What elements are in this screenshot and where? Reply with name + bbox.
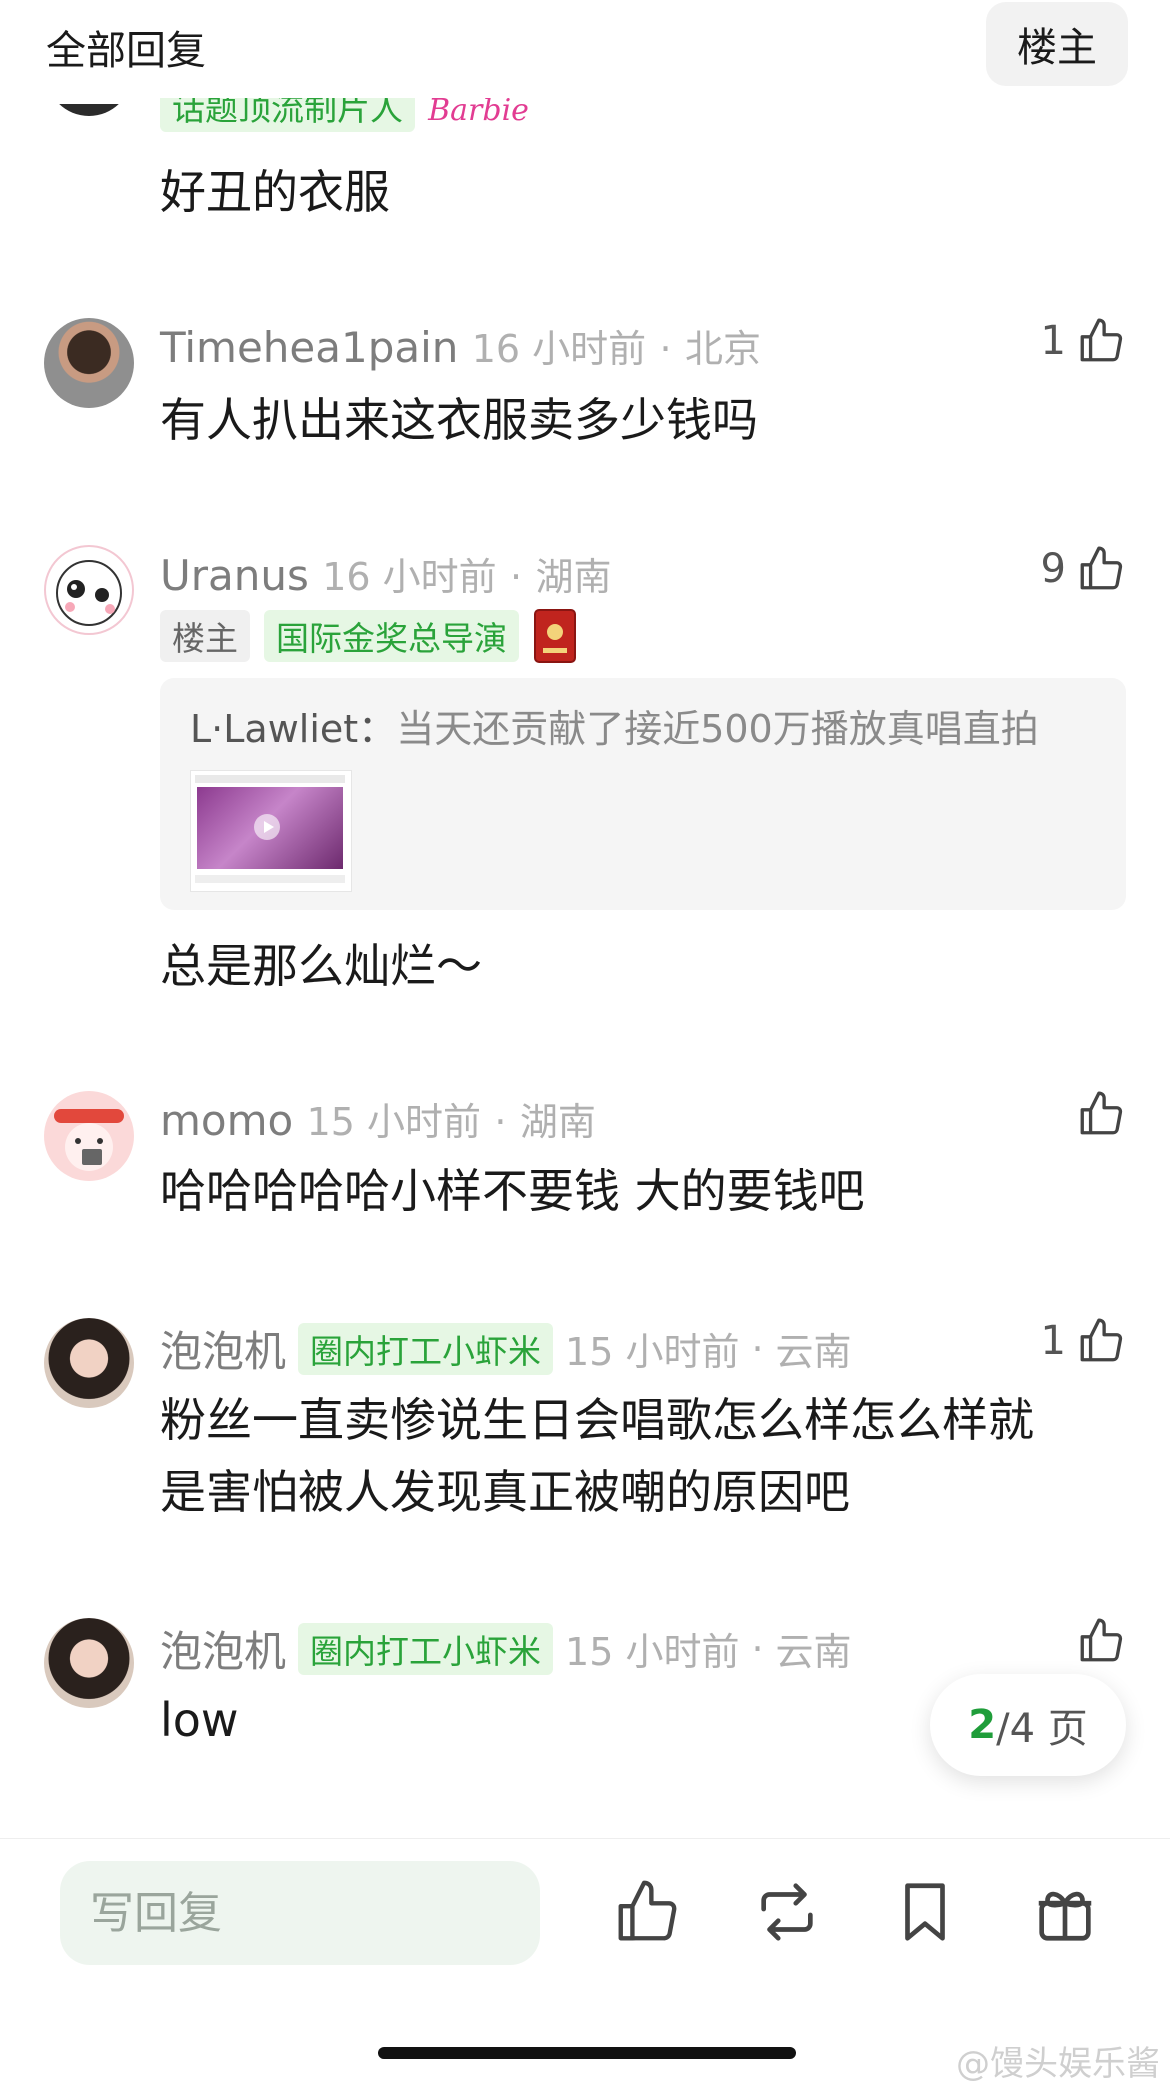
like-button[interactable]: 1 — [1041, 1316, 1126, 1366]
play-icon — [254, 814, 280, 840]
owner-badge: 楼主 — [160, 610, 250, 662]
like-button[interactable] — [1066, 1616, 1126, 1666]
separator: · — [494, 1100, 507, 1144]
comment-location: 湖南 — [535, 555, 612, 599]
owner-only-button[interactable]: 楼主 — [986, 2, 1128, 86]
avatar[interactable] — [44, 1091, 134, 1181]
gift-icon[interactable] — [1030, 1877, 1100, 1947]
avatar[interactable] — [44, 545, 134, 635]
thumbs-up-icon — [1080, 318, 1123, 362]
comment-location: 云南 — [775, 1330, 852, 1374]
comment-time: 16 小时前 — [471, 327, 647, 371]
cartoon-face-icon — [56, 560, 122, 626]
badge-row: 楼主 国际金奖总导演 — [160, 608, 577, 664]
username[interactable]: momo 15 小时前 · 湖南 — [160, 1091, 596, 1146]
like-button[interactable]: 1 — [1041, 316, 1126, 366]
comment-time: 15 小时前 — [565, 1330, 740, 1374]
user-title-badge: 圈内打工小虾米 — [298, 1622, 554, 1675]
quote-text: 当天还贡献了接近500万播放真唱直拍 — [396, 707, 1039, 751]
cartoon-avatar-icon — [54, 1109, 124, 1171]
user-title-badge: 话题顶流制片人 — [160, 98, 415, 132]
red-book-icon — [534, 609, 576, 663]
thumbnail-top-bar — [195, 775, 345, 783]
quote-line: L·Lawliet：当天还贡献了接近500万播放真唱直拍 — [190, 698, 1039, 753]
badge-row: 话题顶流制片人 Barbie — [160, 98, 760, 138]
username[interactable]: Timehea1pain 16 小时前 · 北京 — [160, 318, 761, 373]
avatar[interactable] — [44, 1618, 134, 1708]
like-button[interactable]: 9 — [1041, 544, 1126, 594]
header: 全部回复 楼主 — [0, 0, 1170, 95]
barbie-badge: Barbie — [428, 98, 529, 128]
comment-location: 北京 — [685, 327, 762, 371]
comment-location: 云南 — [775, 1630, 852, 1674]
avatar[interactable] — [44, 318, 134, 408]
username[interactable]: 泡泡机 圈内打工小虾米 15 小时前 · 云南 — [160, 1318, 852, 1379]
quoted-comment[interactable]: L·Lawliet：当天还贡献了接近500万播放真唱直拍 — [160, 678, 1126, 910]
bookmark-icon[interactable] — [890, 1877, 960, 1947]
comment-time: 15 小时前 — [565, 1630, 740, 1674]
separator: · — [751, 1626, 764, 1671]
comment-text: 总是那么灿烂～ — [160, 939, 482, 993]
pagination-indicator[interactable]: 2/4 页 — [930, 1674, 1126, 1776]
quote-author: L·Lawliet： — [190, 707, 397, 751]
home-indicator[interactable] — [378, 2047, 796, 2059]
avatar[interactable] — [44, 1318, 134, 1408]
thumbs-up-icon — [1080, 1318, 1123, 1362]
separator: · — [659, 327, 672, 371]
watermark: @馒头娱乐酱 — [956, 2044, 1160, 2084]
like-button[interactable] — [1066, 1089, 1126, 1139]
reply-input[interactable] — [60, 1861, 540, 1965]
comment-text: 有人扒出来这衣服卖多少钱吗 — [160, 393, 758, 447]
comment-text: 哈哈哈哈哈小样不要钱 大的要钱吧 — [160, 1164, 865, 1218]
thumbs-up-icon — [1080, 1618, 1123, 1662]
separator: · — [751, 1326, 764, 1371]
comment-time: 15 小时前 — [306, 1100, 482, 1144]
user-title-badge: 国际金奖总导演 — [264, 610, 519, 662]
comment-text: 好丑的衣服 — [160, 165, 390, 219]
thumbs-up-icon — [1080, 1091, 1123, 1135]
like-count: 9 — [1040, 546, 1066, 592]
thumbnail-bottom-bar — [195, 875, 345, 883]
thumbs-up-icon — [1080, 546, 1123, 590]
video-thumbnail[interactable] — [190, 770, 352, 892]
repost-icon[interactable] — [752, 1877, 822, 1947]
total-pages: /4 页 — [996, 1706, 1088, 1752]
comment-time: 16 小时前 — [322, 555, 497, 599]
thumbs-up-icon[interactable] — [612, 1877, 682, 1947]
username[interactable]: 泡泡机 圈内打工小虾米 15 小时前 · 云南 — [160, 1618, 852, 1679]
separator: · — [510, 555, 523, 599]
comment-text-line-2: 是害怕被人发现真正被嘲的原因吧 — [160, 1465, 850, 1519]
page-title: 全部回复 — [46, 28, 206, 74]
user-title-badge: 圈内打工小虾米 — [298, 1322, 554, 1375]
current-page: 2 — [968, 1702, 997, 1748]
comment-text: low — [160, 1693, 239, 1747]
like-count: 1 — [1040, 1318, 1066, 1364]
comment-text-line-1: 粉丝一直卖惨说生日会唱歌怎么样怎么样就 — [160, 1393, 1034, 1447]
username[interactable]: Uranus 16 小时前 · 湖南 — [160, 546, 612, 601]
like-count: 1 — [1040, 318, 1066, 364]
comment-location: 湖南 — [519, 1100, 596, 1144]
